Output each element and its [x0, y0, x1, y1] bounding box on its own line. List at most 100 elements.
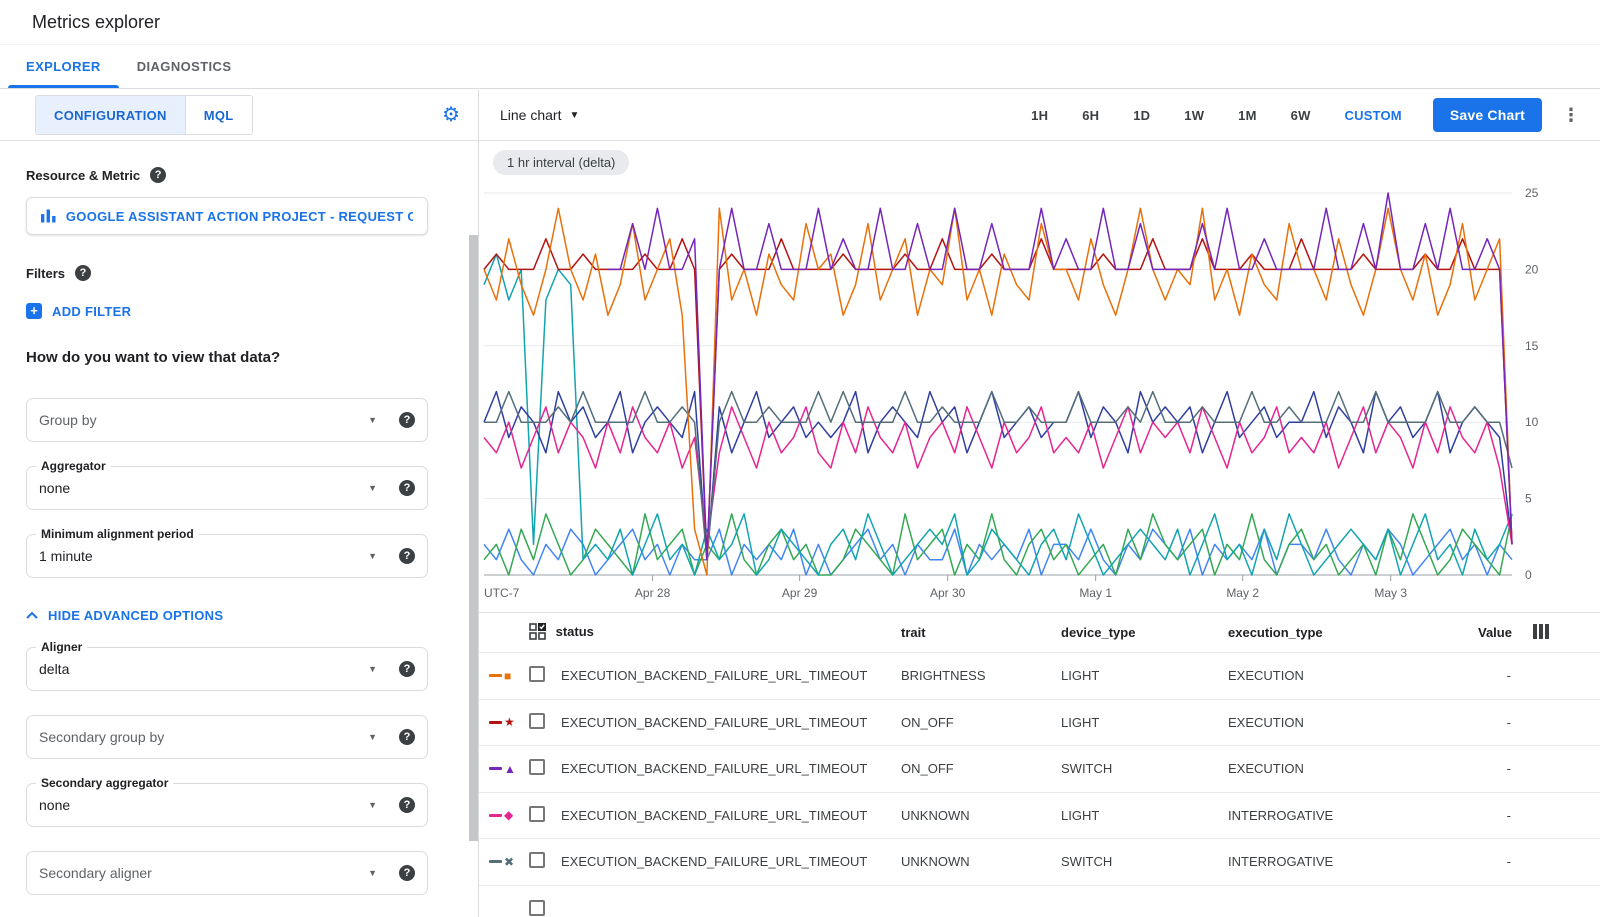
series-marker-icon: ▲: [504, 763, 516, 775]
row-device-type: LIGHT: [1061, 668, 1228, 683]
range-1m-button[interactable]: 1M: [1221, 100, 1273, 131]
secondary-group-by-select[interactable]: Secondary group by ▼ ?: [26, 715, 428, 759]
help-icon[interactable]: ?: [399, 661, 415, 677]
chart-toolbar: Line chart ▼ 1H 6H 1D 1W 1M 6W CUSTOM Sa…: [479, 90, 1600, 141]
hide-advanced-options-toggle[interactable]: HIDE ADVANCED OPTIONS: [26, 608, 223, 623]
table-row: ▲ EXECUTION_BACKEND_FAILURE_URL_TIMEOUT …: [479, 745, 1600, 792]
series-dash-icon: [489, 674, 502, 677]
row-device-type: LIGHT: [1061, 808, 1228, 823]
range-1d-button[interactable]: 1D: [1116, 100, 1167, 131]
row-checkbox[interactable]: [529, 713, 545, 729]
series-dash-icon: [489, 814, 502, 817]
series-marker-icon: ★: [504, 716, 515, 728]
row-value: -: [1478, 854, 1511, 869]
range-6h-button[interactable]: 6H: [1065, 100, 1116, 131]
aligner-select[interactable]: Aligner delta ▼ ?: [26, 647, 428, 691]
help-icon[interactable]: ?: [399, 412, 415, 428]
svg-text:20: 20: [1525, 262, 1539, 276]
time-range-buttons: 1H 6H 1D 1W 1M 6W CUSTOM Save Chart ⋮: [1014, 98, 1586, 132]
segment-mql[interactable]: MQL: [185, 96, 252, 134]
secondary-aggregator-label: Secondary aggregator: [36, 776, 173, 790]
row-execution-type: EXECUTION: [1228, 761, 1478, 776]
header-trait[interactable]: trait: [901, 625, 1061, 640]
group-by-placeholder: Group by: [39, 412, 97, 428]
chart-region: 1 hr interval (delta) 0510152025UTC-7Apr…: [479, 141, 1600, 612]
main-tabs: EXPLORER DIAGNOSTICS: [0, 45, 1600, 89]
settings-gear-icon[interactable]: ⚙: [442, 105, 460, 125]
interval-chip[interactable]: 1 hr interval (delta): [493, 150, 629, 175]
range-1w-button[interactable]: 1W: [1167, 100, 1221, 131]
save-chart-button[interactable]: Save Chart: [1433, 98, 1542, 132]
hide-advanced-options-label: HIDE ADVANCED OPTIONS: [48, 608, 223, 623]
filters-label-row: Filters ?: [26, 265, 428, 281]
line-chart[interactable]: 0510152025UTC-7Apr 28Apr 29Apr 30May 1Ma…: [479, 141, 1600, 612]
help-icon[interactable]: ?: [399, 729, 415, 745]
help-icon[interactable]: ?: [150, 167, 166, 183]
help-icon[interactable]: ?: [399, 865, 415, 881]
row-checkbox[interactable]: [529, 666, 545, 682]
chart-type-dropdown[interactable]: Line chart ▼: [500, 107, 579, 123]
resource-metric-label-row: Resource & Metric ?: [26, 167, 428, 183]
panel-body: Resource & Metric ? GOOGLE ASSISTANT ACT…: [0, 167, 478, 895]
aggregator-value: none: [39, 480, 70, 496]
row-trait: UNKNOWN: [901, 854, 1061, 869]
secondary-aggregator-select[interactable]: Secondary aggregator none ▼ ?: [26, 783, 428, 827]
header-value[interactable]: Value: [1478, 625, 1511, 640]
chevron-down-icon: ▼: [569, 110, 579, 121]
aligner-label: Aligner: [36, 640, 87, 654]
add-filter-label: ADD FILTER: [52, 304, 131, 319]
row-checkbox[interactable]: [529, 759, 545, 775]
row-status: EXECUTION_BACKEND_FAILURE_URL_TIMEOUT: [561, 668, 901, 683]
table-header-row: status trait device_type execution_type …: [479, 612, 1600, 652]
row-execution-type: INTERROGATIVE: [1228, 808, 1478, 823]
row-checkbox[interactable]: [529, 852, 545, 868]
svg-text:Apr 28: Apr 28: [635, 586, 671, 600]
row-checkbox[interactable]: [529, 806, 545, 822]
help-icon[interactable]: ?: [399, 480, 415, 496]
header-device-type[interactable]: device_type: [1061, 625, 1228, 640]
row-value: -: [1478, 808, 1511, 823]
svg-text:Apr 30: Apr 30: [930, 586, 966, 600]
metric-selector-button[interactable]: GOOGLE ASSISTANT ACTION PROJECT - REQUES…: [26, 197, 428, 235]
range-custom-button[interactable]: CUSTOM: [1328, 100, 1419, 131]
help-icon[interactable]: ?: [75, 265, 91, 281]
svg-text:10: 10: [1525, 415, 1539, 429]
panel-toolbar: CONFIGURATION MQL ⚙: [0, 90, 478, 141]
chevron-up-icon: [26, 612, 38, 619]
page-title: Metrics explorer: [32, 12, 160, 33]
range-1h-button[interactable]: 1H: [1014, 100, 1065, 131]
group-by-select[interactable]: Group by ▼ ?: [26, 398, 428, 442]
tab-explorer[interactable]: EXPLORER: [8, 45, 119, 88]
svg-text:5: 5: [1525, 492, 1532, 506]
more-options-kebab-icon[interactable]: ⋮: [1556, 101, 1586, 130]
table-rows: ■ EXECUTION_BACKEND_FAILURE_URL_TIMEOUT …: [479, 652, 1600, 885]
secondary-aligner-placeholder: Secondary aligner: [39, 865, 152, 881]
add-filter-button[interactable]: + ADD FILTER: [26, 303, 131, 319]
help-icon[interactable]: ?: [399, 797, 415, 813]
svg-text:15: 15: [1525, 339, 1539, 353]
row-trait: BRIGHTNESS: [901, 668, 1061, 683]
header-status[interactable]: status: [556, 624, 594, 639]
row-value: -: [1478, 715, 1511, 730]
min-alignment-period-select[interactable]: Minimum alignment period 1 minute ▼ ?: [26, 534, 428, 578]
panel-scrollbar[interactable]: [469, 235, 478, 841]
configuration-panel: CONFIGURATION MQL ⚙ Resource & Metric ? …: [0, 90, 478, 917]
series-dash-icon: [489, 721, 502, 724]
svg-text:Apr 29: Apr 29: [782, 586, 818, 600]
segment-configuration[interactable]: CONFIGURATION: [36, 96, 185, 134]
tab-diagnostics[interactable]: DIAGNOSTICS: [119, 45, 250, 88]
aggregator-select[interactable]: Aggregator none ▼ ?: [26, 466, 428, 510]
columns-icon[interactable]: [1533, 624, 1549, 639]
svg-text:UTC-7: UTC-7: [484, 586, 520, 600]
help-icon[interactable]: ?: [399, 548, 415, 564]
range-6w-button[interactable]: 6W: [1274, 100, 1328, 131]
header-execution-type[interactable]: execution_type: [1228, 625, 1478, 640]
svg-text:May 2: May 2: [1226, 586, 1259, 600]
select-all-icon[interactable]: [529, 623, 546, 640]
row-status: EXECUTION_BACKEND_FAILURE_URL_TIMEOUT: [561, 715, 901, 730]
secondary-aligner-select[interactable]: Secondary aligner ▼ ?: [26, 851, 428, 895]
row-checkbox[interactable]: [529, 900, 545, 916]
bar-chart-icon: [41, 209, 56, 223]
row-status: EXECUTION_BACKEND_FAILURE_URL_TIMEOUT: [561, 808, 901, 823]
row-trait: UNKNOWN: [901, 808, 1061, 823]
